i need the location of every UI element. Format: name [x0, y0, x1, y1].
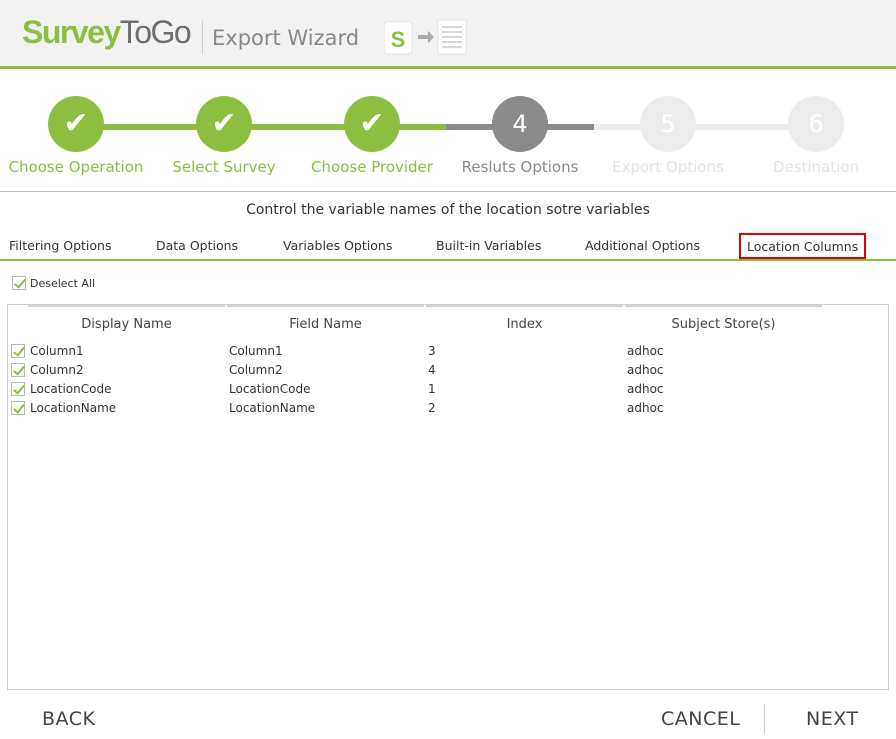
cell-index: 1 [428, 382, 436, 396]
row-checkbox[interactable] [11, 382, 29, 399]
column-header-subject-store[interactable]: Subject Store(s) [625, 317, 822, 332]
step-5-label: Export Options [612, 158, 724, 176]
tab-additional-options[interactable]: Additional Options [585, 238, 700, 253]
step-5-circle: 5 [640, 96, 696, 152]
cell-display-name: LocationName [30, 401, 117, 415]
step-6-label: Destination [772, 158, 860, 176]
tab-variables-options[interactable]: Variables Options [283, 238, 392, 253]
cell-subject-store: adhoc [627, 363, 664, 377]
check-icon: ✔ [359, 106, 385, 141]
checkbox-checked-icon [12, 276, 26, 290]
step-3-label: Choose Provider [311, 158, 433, 176]
cell-field-name: LocationCode [229, 382, 311, 396]
back-button[interactable]: BACK [42, 708, 95, 730]
row-checkbox[interactable] [11, 401, 29, 418]
cell-subject-store: adhoc [627, 401, 664, 415]
wizard-title: Export Wizard [212, 26, 360, 50]
next-button[interactable]: NEXT [806, 708, 859, 730]
cell-display-name: LocationCode [30, 382, 112, 396]
table-row[interactable]: LocationCode LocationCode 1 adhoc [8, 380, 888, 399]
step-description: Control the variable names of the locati… [246, 202, 650, 218]
step-3-circle: ✔ [344, 96, 400, 152]
svg-text:S: S [391, 27, 406, 52]
column-header-index[interactable]: Index [426, 317, 623, 332]
step-4-circle: 4 [492, 96, 548, 152]
step-4-label: Resluts Options [461, 158, 579, 176]
wizard-steps: ✔ ✔ ✔ 4 5 6 Choose Operation Select Surv… [0, 72, 896, 192]
step-1-label: Choose Operation [8, 158, 144, 176]
deselect-all-label: Deselect All [30, 276, 96, 290]
cell-index: 2 [428, 401, 436, 415]
cell-display-name: Column1 [30, 344, 84, 358]
row-checkbox[interactable] [11, 363, 29, 380]
cell-display-name: Column2 [30, 363, 84, 377]
cell-index: 3 [428, 344, 436, 358]
app-header: SurveyToGo Export Wizard S [0, 0, 896, 69]
cancel-button[interactable]: CANCEL [661, 708, 740, 730]
checkbox-checked-icon [11, 344, 25, 358]
row-checkbox[interactable] [11, 344, 29, 361]
cell-subject-store: adhoc [627, 382, 664, 396]
tab-built-in-variables[interactable]: Built-in Variables [436, 238, 541, 253]
step-connector [594, 124, 816, 130]
cell-field-name: Column2 [229, 363, 283, 377]
step-2-label: Select Survey [172, 158, 276, 176]
step-6-circle: 6 [788, 96, 844, 152]
check-icon: ✔ [211, 106, 237, 141]
tab-location-columns[interactable]: Location Columns [739, 233, 867, 259]
cell-field-name: Column1 [229, 344, 283, 358]
table-row[interactable]: Column1 Column1 3 adhoc [8, 342, 888, 361]
footer-divider [764, 704, 765, 734]
tab-filtering-options[interactable]: Filtering Options [9, 238, 112, 253]
logo-part-togo: ToGo [119, 14, 192, 50]
step-2-circle: ✔ [196, 96, 252, 152]
checkbox-checked-icon [11, 382, 25, 396]
cell-field-name: LocationName [229, 401, 316, 415]
column-header-divider [28, 305, 225, 307]
column-header-display-name[interactable]: Display Name [28, 317, 225, 332]
checkbox-checked-icon [11, 401, 25, 415]
location-columns-grid: Display Name Field Name Index Subject St… [7, 304, 889, 690]
surveytogo-logo: SurveyToGo [22, 14, 192, 51]
step-1-circle: ✔ [48, 96, 104, 152]
column-header-field-name[interactable]: Field Name [227, 317, 424, 332]
logo-part-survey: Survey [22, 14, 121, 50]
tab-data-options[interactable]: Data Options [156, 238, 238, 253]
options-tab-bar: Filtering Options Data Options Variables… [0, 231, 896, 261]
cell-subject-store: adhoc [627, 344, 664, 358]
deselect-all-checkbox[interactable]: Deselect All [12, 276, 95, 290]
export-s-to-document-icon: S [384, 19, 467, 55]
table-row[interactable]: LocationName LocationName 2 adhoc [8, 399, 888, 418]
checkbox-checked-icon [11, 363, 25, 377]
cell-index: 4 [428, 363, 436, 377]
column-header-divider [227, 305, 424, 307]
column-header-divider [426, 305, 623, 307]
column-header-divider [625, 305, 822, 307]
check-icon: ✔ [63, 106, 89, 141]
header-divider [202, 20, 203, 54]
table-row[interactable]: Column2 Column2 4 adhoc [8, 361, 888, 380]
